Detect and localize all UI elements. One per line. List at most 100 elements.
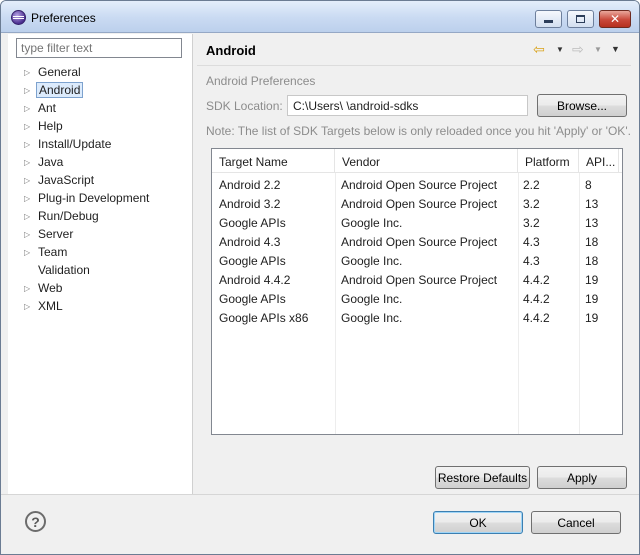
expand-arrow-icon[interactable]: ▷ bbox=[24, 68, 36, 77]
eclipse-icon bbox=[11, 10, 26, 25]
help-icon[interactable]: ? bbox=[25, 511, 46, 532]
expand-arrow-icon[interactable]: ▷ bbox=[24, 248, 36, 257]
tree-item-xml[interactable]: ▷ XML bbox=[24, 298, 65, 314]
tree-item-label: Server bbox=[38, 227, 74, 241]
table-row[interactable]: Google APIs Google Inc. 3.2 13 bbox=[212, 213, 622, 232]
filter-input[interactable] bbox=[16, 38, 182, 58]
tree-item-install-update[interactable]: ▷ Install/Update bbox=[24, 136, 113, 152]
cell-platform: 4.3 bbox=[523, 254, 540, 268]
tree-item-validation[interactable]: Validation bbox=[24, 262, 92, 278]
cell-vendor: Google Inc. bbox=[341, 254, 403, 268]
table-row[interactable]: Android 4.3 Android Open Source Project … bbox=[212, 232, 622, 251]
cell-platform: 4.4.2 bbox=[523, 273, 550, 287]
close-button[interactable]: ✕ bbox=[599, 10, 631, 28]
restore-defaults-button[interactable]: Restore Defaults bbox=[435, 466, 530, 489]
tree-item-plugin-development[interactable]: ▷ Plug-in Development bbox=[24, 190, 151, 206]
expand-arrow-icon[interactable]: ▷ bbox=[24, 194, 36, 203]
window-title: Preferences bbox=[31, 11, 96, 25]
cell-platform: 3.2 bbox=[523, 216, 540, 230]
tree-item-java[interactable]: ▷ Java bbox=[24, 154, 65, 170]
tree-item-web[interactable]: ▷ Web bbox=[24, 280, 64, 296]
cell-target-name: Android 4.4.2 bbox=[219, 273, 291, 287]
cell-vendor: Android Open Source Project bbox=[341, 197, 498, 211]
table-row[interactable]: Google APIs x86 Google Inc. 4.4.2 19 bbox=[212, 308, 622, 327]
sdk-location-field[interactable]: C:\Users\ \android-sdks bbox=[287, 95, 528, 116]
sdk-targets-table[interactable]: Target Name Vendor Platform API... Andro… bbox=[211, 148, 623, 435]
tree-item-label: Plug-in Development bbox=[38, 191, 150, 205]
table-row[interactable]: Android 3.2 Android Open Source Project … bbox=[212, 194, 622, 213]
cell-platform: 4.4.2 bbox=[523, 292, 550, 306]
cell-target-name: Google APIs bbox=[219, 254, 286, 268]
cell-api: 8 bbox=[585, 178, 592, 192]
browse-button[interactable]: Browse... bbox=[537, 94, 627, 117]
tree-item-label: Web bbox=[38, 281, 63, 295]
back-history-dropdown-icon[interactable]: ▼ bbox=[556, 41, 564, 57]
cell-vendor: Google Inc. bbox=[341, 216, 403, 230]
cell-vendor: Android Open Source Project bbox=[341, 235, 498, 249]
tree-item-label: Validation bbox=[38, 263, 90, 277]
column-header-platform[interactable]: Platform bbox=[518, 149, 579, 173]
expand-arrow-icon[interactable]: ▷ bbox=[24, 158, 36, 167]
tree-item-server[interactable]: ▷ Server bbox=[24, 226, 75, 242]
minimize-icon bbox=[544, 20, 553, 23]
forward-history-dropdown-icon[interactable]: ▼ bbox=[594, 41, 602, 57]
cell-target-name: Android 2.2 bbox=[219, 178, 281, 192]
tree-item-label: XML bbox=[38, 299, 63, 313]
cell-platform: 2.2 bbox=[523, 178, 540, 192]
tree-item-ant[interactable]: ▷ Ant bbox=[24, 100, 58, 116]
tree-item-general[interactable]: ▷ General bbox=[24, 64, 83, 80]
tree-item-label: Team bbox=[38, 245, 68, 259]
table-row[interactable]: Google APIs Google Inc. 4.4.2 19 bbox=[212, 289, 622, 308]
expand-arrow-icon[interactable]: ▷ bbox=[24, 284, 36, 293]
expand-arrow-icon[interactable]: ▷ bbox=[24, 212, 36, 221]
cell-target-name: Google APIs bbox=[219, 216, 286, 230]
ok-button[interactable]: OK bbox=[433, 511, 523, 534]
tree-item-javascript[interactable]: ▷ JavaScript bbox=[24, 172, 96, 188]
tree-item-label: Install/Update bbox=[38, 137, 112, 151]
column-header-target-name[interactable]: Target Name bbox=[212, 149, 335, 173]
cell-api: 19 bbox=[585, 292, 599, 306]
section-title: Android Preferences bbox=[206, 74, 316, 88]
column-header-api[interactable]: API... bbox=[579, 149, 619, 173]
cell-platform: 4.4.2 bbox=[523, 311, 550, 325]
expand-arrow-icon[interactable]: ▷ bbox=[24, 176, 36, 185]
preferences-window: Preferences ✕ ▷ General ▷ Android ▷ Ant … bbox=[0, 0, 640, 555]
cell-api: 13 bbox=[585, 216, 599, 230]
view-menu-icon[interactable]: ▼ bbox=[611, 41, 620, 57]
table-header: Target Name Vendor Platform API... bbox=[212, 149, 622, 173]
expand-arrow-icon[interactable]: ▷ bbox=[24, 302, 36, 311]
header-divider bbox=[197, 65, 631, 66]
maximize-button[interactable] bbox=[567, 10, 594, 28]
expand-arrow-icon[interactable]: ▷ bbox=[24, 104, 36, 113]
expand-arrow-icon[interactable]: ▷ bbox=[24, 140, 36, 149]
tree-item-label: Java bbox=[38, 155, 64, 169]
expand-arrow-icon[interactable]: ▷ bbox=[24, 86, 36, 95]
title-bar[interactable]: Preferences ✕ bbox=[1, 1, 639, 33]
expand-arrow-icon[interactable]: ▷ bbox=[24, 122, 36, 131]
forward-arrow-icon[interactable]: ⇨ bbox=[572, 41, 584, 57]
tree-item-run-debug[interactable]: ▷ Run/Debug bbox=[24, 208, 101, 224]
tree-item-label: JavaScript bbox=[38, 173, 95, 187]
tree-item-label: Help bbox=[38, 119, 63, 133]
table-row[interactable]: Google APIs Google Inc. 4.3 18 bbox=[212, 251, 622, 270]
tree-item-help[interactable]: ▷ Help bbox=[24, 118, 65, 134]
cell-target-name: Android 3.2 bbox=[219, 197, 281, 211]
footer-divider bbox=[1, 494, 639, 495]
tree-item-label: Ant bbox=[38, 101, 57, 115]
preference-tree-pane: ▷ General ▷ Android ▷ Ant ▷ Help ▷ Insta… bbox=[8, 34, 193, 494]
tree-item-label: General bbox=[38, 65, 81, 79]
column-header-vendor[interactable]: Vendor bbox=[335, 149, 518, 173]
tree-item-label: Android bbox=[36, 82, 84, 98]
tree-item-android[interactable]: ▷ Android bbox=[24, 82, 84, 98]
cell-platform: 3.2 bbox=[523, 197, 540, 211]
tree-item-team[interactable]: ▷ Team bbox=[24, 244, 69, 260]
apply-button[interactable]: Apply bbox=[537, 466, 627, 489]
cell-vendor: Google Inc. bbox=[341, 292, 403, 306]
table-row[interactable]: Android 2.2 Android Open Source Project … bbox=[212, 175, 622, 194]
cancel-button[interactable]: Cancel bbox=[531, 511, 621, 534]
expand-arrow-icon[interactable]: ▷ bbox=[24, 230, 36, 239]
cell-api: 13 bbox=[585, 197, 599, 211]
minimize-button[interactable] bbox=[535, 10, 562, 28]
table-row[interactable]: Android 4.4.2 Android Open Source Projec… bbox=[212, 270, 622, 289]
back-arrow-icon[interactable]: ⇦ bbox=[533, 41, 545, 57]
